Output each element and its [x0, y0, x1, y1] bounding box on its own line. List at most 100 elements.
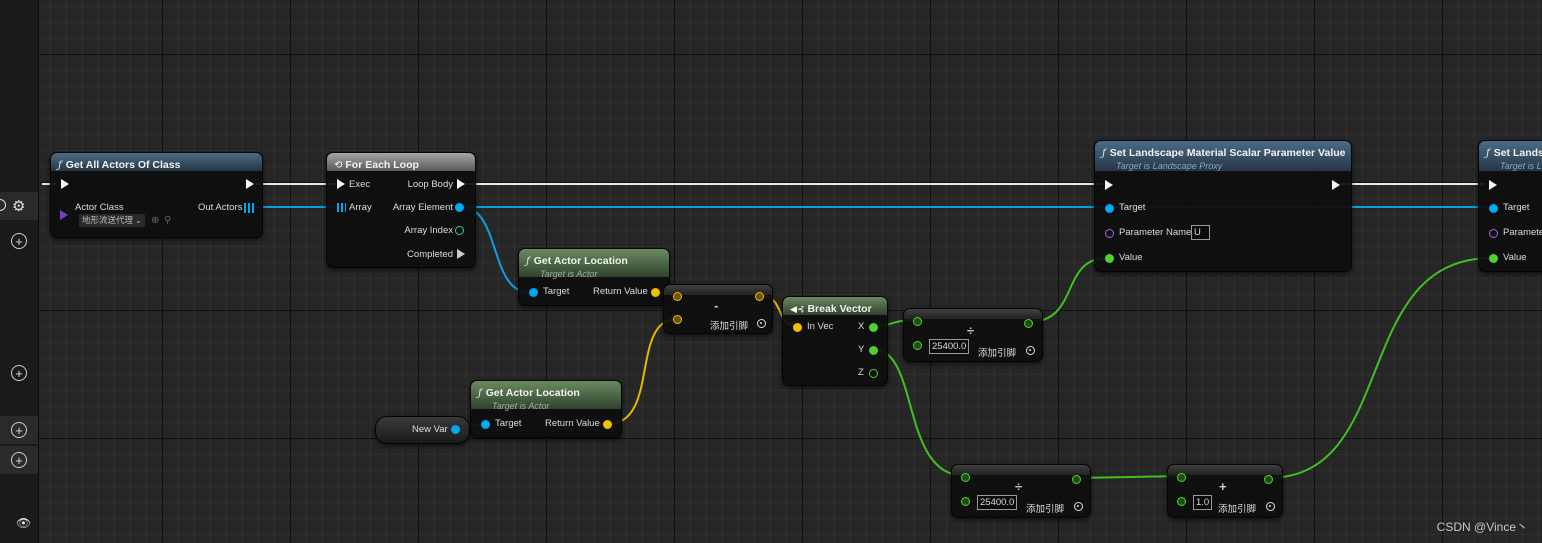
node-break-vector[interactable]: ◀⊰ Break Vector In Vec X Y Z: [782, 296, 888, 386]
add-pin-icon[interactable]: [1074, 502, 1083, 511]
array-element-label: Array Element: [392, 202, 453, 213]
node-title: Break Vector: [807, 303, 872, 315]
new-var-pin[interactable]: [451, 425, 460, 434]
addend-input[interactable]: 1.0: [1193, 495, 1213, 510]
loop-body-label: Loop Body: [407, 179, 453, 190]
plus-circle-icon[interactable]: +: [11, 233, 27, 249]
completed-pin[interactable]: [457, 249, 465, 259]
array-element-pin[interactable]: [455, 203, 464, 212]
target-label: Target: [543, 286, 570, 297]
node-divide[interactable]: ÷ 25400.0 添加引脚: [951, 464, 1091, 518]
left-panel: ⚙ + + + + 👁: [0, 0, 39, 543]
return-value-label: Return Value: [593, 286, 648, 297]
divide-operator: ÷: [1015, 479, 1023, 494]
node-header: [1168, 465, 1282, 475]
loop-body-pin[interactable]: [457, 179, 465, 189]
array-index-label: Array Index: [404, 225, 453, 236]
add-pin-label[interactable]: 添加引脚: [1026, 501, 1064, 515]
in-vec-pin[interactable]: [793, 323, 802, 332]
param-name-input[interactable]: U: [1191, 225, 1210, 240]
node-divide[interactable]: ÷ 25400.0 添加引脚: [903, 308, 1043, 362]
plus-circle-icon[interactable]: +: [11, 365, 27, 381]
node-set-landscape-material-scalar-parameter[interactable]: ƒ Set Landscape Material Scalar Parameter…: [1094, 140, 1352, 272]
add-pin-icon[interactable]: [1026, 346, 1035, 355]
return-value-pin[interactable]: [651, 288, 660, 297]
node-set-landscape-material-scalar-parameter[interactable]: ƒ Set Lands Target is L Target Paramete V…: [1478, 140, 1542, 272]
class-pin[interactable]: [60, 210, 68, 220]
node-header: ƒ Set Landscape Material Scalar Parameter…: [1095, 141, 1351, 171]
node-header: ƒ Get All Actors Of Class: [51, 153, 262, 171]
node-add[interactable]: + 1.0 添加引脚: [1167, 464, 1283, 518]
node-for-each-loop[interactable]: ⟲ For Each Loop Exec Array Loop Body Arra…: [326, 152, 476, 268]
exec-in-pin[interactable]: [1105, 180, 1113, 190]
float-out-pin[interactable]: [1024, 319, 1033, 328]
node-get-actor-location[interactable]: ƒ Get Actor Location Target is Actor Targ…: [470, 380, 622, 438]
array-out-pin[interactable]: [244, 203, 254, 213]
divisor-input[interactable]: 25400.0: [929, 339, 970, 354]
float-in-pin-b[interactable]: [1177, 497, 1186, 506]
node-subtitle: Target is Actor: [540, 269, 598, 279]
target-pin[interactable]: [1489, 204, 1498, 213]
search-icon[interactable]: ⚲: [164, 215, 171, 226]
float-in-pin-a[interactable]: [913, 317, 922, 326]
divisor-input[interactable]: 25400.0: [977, 495, 1018, 510]
vector-in-pin-b[interactable]: [673, 315, 682, 324]
exec-in-pin[interactable]: [61, 179, 69, 189]
node-get-actor-location[interactable]: ƒ Get Actor Location Target is Actor Targ…: [518, 248, 670, 306]
float-in-pin-b[interactable]: [961, 497, 970, 506]
float-in-pin-a[interactable]: [1177, 473, 1186, 482]
graph-canvas[interactable]: ⚙ + + + + 👁 ƒ Get All Actors Of Class Act…: [0, 0, 1542, 543]
exec-in-pin[interactable]: [337, 179, 345, 189]
eye-icon[interactable]: 👁: [16, 516, 31, 530]
x-out-pin[interactable]: [869, 323, 878, 332]
loop-icon: ⟲: [334, 160, 343, 171]
z-out-pin[interactable]: [869, 369, 878, 378]
param-name-pin[interactable]: [1489, 229, 1498, 238]
add-pin-icon[interactable]: [757, 319, 766, 328]
vector-out-pin[interactable]: [755, 292, 764, 301]
target-label: Target: [1503, 202, 1530, 213]
actor-class-label: Actor Class: [75, 202, 124, 213]
add-pin-label[interactable]: 添加引脚: [1218, 501, 1256, 515]
browse-icon[interactable]: ⊕: [151, 215, 159, 226]
add-pin-label[interactable]: 添加引脚: [978, 345, 1016, 359]
node-subtitle: Target is Landscape Proxy: [1116, 161, 1223, 171]
x-label: X: [858, 321, 865, 332]
break-icon: ◀⊰: [790, 304, 805, 314]
node-title: For Each Loop: [345, 159, 419, 171]
vector-in-pin-a[interactable]: [673, 292, 682, 301]
return-value-pin[interactable]: [603, 420, 612, 429]
add-pin-icon[interactable]: [1266, 502, 1275, 511]
function-icon: ƒ: [478, 388, 482, 399]
target-pin[interactable]: [1105, 204, 1114, 213]
plus-circle-icon[interactable]: +: [11, 422, 27, 438]
exec-out-pin[interactable]: [246, 179, 254, 189]
function-icon: ƒ: [1486, 148, 1490, 159]
array-in-pin[interactable]: [337, 203, 346, 212]
value-pin[interactable]: [1489, 254, 1498, 263]
gear-icon[interactable]: ⚙: [12, 197, 25, 215]
node-subtract[interactable]: - 添加引脚: [663, 284, 773, 334]
exec-in-pin[interactable]: [1489, 180, 1497, 190]
array-index-pin[interactable]: [455, 226, 464, 235]
actor-class-dropdown[interactable]: 地形流送代理 ⌄: [79, 214, 145, 227]
float-in-pin-b[interactable]: [913, 341, 922, 350]
param-name-label: Paramete: [1503, 227, 1542, 238]
plus-circle-icon[interactable]: +: [11, 452, 27, 468]
float-in-pin-a[interactable]: [961, 473, 970, 482]
function-icon: ƒ: [58, 160, 62, 171]
target-pin[interactable]: [529, 288, 538, 297]
param-name-pin[interactable]: [1105, 229, 1114, 238]
exec-out-pin[interactable]: [1332, 180, 1340, 190]
value-label: Value: [1503, 252, 1527, 263]
node-header: ⟲ For Each Loop: [327, 153, 475, 171]
target-pin[interactable]: [481, 420, 490, 429]
float-out-pin[interactable]: [1072, 475, 1081, 484]
node-new-var[interactable]: New Var: [375, 416, 470, 444]
float-out-pin[interactable]: [1264, 475, 1273, 484]
y-out-pin[interactable]: [869, 346, 878, 355]
node-get-all-actors-of-class[interactable]: ƒ Get All Actors Of Class Actor Class 地形流…: [50, 152, 263, 238]
node-subtitle: Target is Actor: [492, 401, 550, 411]
value-pin[interactable]: [1105, 254, 1114, 263]
add-pin-label[interactable]: 添加引脚: [710, 318, 748, 332]
